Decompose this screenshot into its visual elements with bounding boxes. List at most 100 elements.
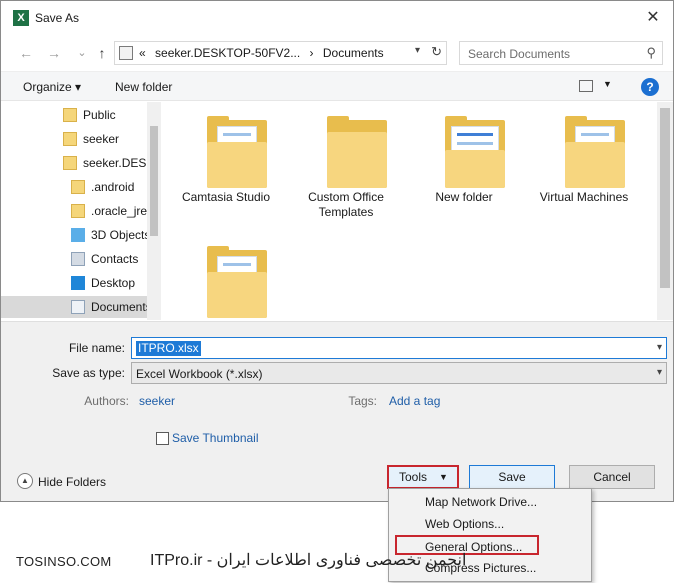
- breadcrumb-user[interactable]: seeker.DESKTOP-50FV2...: [155, 46, 300, 60]
- up-arrow-icon[interactable]: ↑: [91, 43, 113, 63]
- sidebar-item-seeker[interactable]: seeker: [1, 128, 147, 150]
- sidebar-item-label: .android: [91, 180, 135, 194]
- chevron-down-icon[interactable]: ▾: [657, 342, 662, 353]
- folder-icon: [71, 204, 85, 218]
- save-thumbnail-checkbox[interactable]: [156, 432, 169, 445]
- search-box[interactable]: Search Documents ⚲: [459, 41, 663, 65]
- search-icon[interactable]: ⚲: [646, 45, 656, 61]
- organize-button[interactable]: Organize ▾: [23, 80, 81, 94]
- folder-icon: [63, 132, 77, 146]
- save-options-panel: File name: ITPRO.xlsx ▾ Save as type: Ex…: [1, 321, 673, 501]
- watermark-left: TOSINSO.COM: [16, 554, 112, 569]
- sidebar-item-label: 3D Objects: [91, 228, 147, 242]
- file-item[interactable]: [171, 232, 281, 320]
- tools-label: Tools: [399, 470, 428, 484]
- contacts-icon: [71, 252, 85, 266]
- tags-label: Tags:: [348, 394, 377, 408]
- hide-folders-label: Hide Folders: [38, 475, 107, 489]
- recent-locations-icon[interactable]: ⌄: [71, 43, 93, 63]
- chevron-up-icon: ▲: [17, 473, 33, 489]
- command-bar: Organize ▾ New folder ▼ ?: [1, 71, 673, 101]
- folder-icon: [119, 46, 133, 60]
- cancel-button[interactable]: Cancel: [569, 465, 655, 489]
- save-as-type-value: Excel Workbook (*.xlsx): [136, 367, 263, 381]
- file-name: Custom Office Templates: [308, 190, 384, 219]
- menu-item-map-network-drive[interactable]: Map Network Drive...: [425, 495, 537, 509]
- sidebar-scrollbar[interactable]: [147, 102, 161, 320]
- help-icon[interactable]: ?: [641, 78, 659, 96]
- window-title: Save As: [35, 11, 80, 25]
- navigation-pane: Public seeker seeker.DESKTOP .android .o…: [1, 102, 161, 320]
- folder-icon: [207, 116, 267, 188]
- refresh-icon[interactable]: ↻: [431, 44, 442, 60]
- forward-arrow-icon[interactable]: →: [43, 43, 65, 63]
- breadcrumb-separator[interactable]: ›: [310, 46, 314, 60]
- save-as-type-label: Save as type:: [52, 366, 125, 380]
- file-item-camtasia-studio[interactable]: Camtasia Studio: [171, 102, 281, 212]
- sidebar-item-label: Documents: [91, 300, 147, 314]
- search-input[interactable]: Search Documents: [468, 47, 570, 61]
- documents-icon: [71, 300, 85, 314]
- file-item-custom-office-templates[interactable]: Custom Office Templates: [291, 102, 401, 219]
- file-name-field[interactable]: ITPRO.xlsx ▾: [131, 337, 667, 359]
- folder-icon: [63, 156, 77, 170]
- folder-icon: [565, 116, 625, 188]
- file-name: Virtual Machines: [539, 190, 629, 204]
- watermark-right: انجمن تخصصی فناوری اطلاعات ایران - ITPro…: [150, 552, 467, 569]
- folder-icon: [71, 180, 85, 194]
- file-name: New folder: [435, 190, 493, 204]
- back-arrow-icon[interactable]: ←: [15, 43, 37, 63]
- authors-value[interactable]: seeker: [139, 394, 175, 408]
- scrollbar-thumb[interactable]: [150, 126, 158, 236]
- chevron-down-icon[interactable]: ▾: [657, 367, 662, 378]
- sidebar-item-contacts[interactable]: Contacts: [1, 248, 147, 270]
- scrollbar-thumb[interactable]: [660, 108, 670, 288]
- breadcrumb: « seeker.DESKTOP-50FV2... › Documents: [139, 46, 390, 60]
- new-folder-button[interactable]: New folder: [115, 80, 172, 94]
- sidebar-item-desktop[interactable]: Desktop: [1, 272, 147, 294]
- file-name: Camtasia Studio: [181, 190, 271, 204]
- tags-input[interactable]: Add a tag: [389, 394, 440, 408]
- file-item-new-folder[interactable]: New folder: [409, 102, 519, 212]
- excel-icon: X: [13, 10, 29, 26]
- save-button[interactable]: Save: [469, 465, 555, 489]
- chevron-down-icon: ▼: [439, 472, 448, 482]
- title-bar: X Save As ✕: [1, 1, 673, 37]
- file-item-virtual-machines[interactable]: Virtual Machines: [529, 102, 639, 212]
- file-name-value[interactable]: ITPRO.xlsx: [136, 341, 201, 356]
- save-as-dialog: X Save As ✕ ← → ⌄ ↑ « seeker.DESKTOP-50F…: [0, 0, 674, 502]
- file-list: Camtasia Studio Custom Office Templates …: [163, 102, 657, 320]
- sidebar-item-oracle-jre[interactable]: .oracle_jre: [1, 200, 147, 222]
- breadcrumb-documents[interactable]: Documents: [323, 46, 384, 60]
- folder-icon: [207, 246, 267, 318]
- sidebar-item-label: Contacts: [91, 252, 139, 266]
- navigation-bar: ← → ⌄ ↑ « seeker.DESKTOP-50FV2... › Docu…: [1, 37, 673, 69]
- sidebar-item-label: seeker: [83, 132, 120, 146]
- tools-button[interactable]: Tools ▼: [387, 465, 459, 489]
- breadcrumb-overflow[interactable]: «: [139, 46, 146, 60]
- sidebar-item-label: .oracle_jre: [91, 204, 147, 218]
- folder-icon: [63, 108, 77, 122]
- file-list-scrollbar[interactable]: [657, 102, 673, 320]
- file-name-label: File name:: [68, 341, 125, 355]
- close-icon[interactable]: ✕: [641, 7, 665, 29]
- chevron-down-icon[interactable]: ▾: [415, 45, 420, 56]
- authors-label: Authors:: [84, 394, 129, 408]
- sidebar-item-public[interactable]: Public: [1, 104, 147, 126]
- save-thumbnail-label[interactable]: Save Thumbnail: [172, 431, 259, 445]
- sidebar-item-android[interactable]: .android: [1, 176, 147, 198]
- sidebar-item-3d-objects[interactable]: 3D Objects: [1, 224, 147, 246]
- folder-icon: [327, 116, 387, 188]
- view-options-icon[interactable]: [579, 80, 593, 92]
- menu-item-web-options[interactable]: Web Options...: [425, 517, 504, 531]
- 3d-objects-icon: [71, 228, 85, 242]
- save-as-type-select[interactable]: Excel Workbook (*.xlsx) ▾: [131, 362, 667, 384]
- sidebar-item-label: Desktop: [91, 276, 136, 290]
- sidebar-item-seeker-desktop[interactable]: seeker.DESKTOP: [1, 152, 147, 174]
- folder-icon: [445, 116, 505, 188]
- address-bar[interactable]: « seeker.DESKTOP-50FV2... › Documents ▾ …: [114, 41, 447, 65]
- sidebar-item-documents[interactable]: Documents: [1, 296, 147, 318]
- sidebar-item-label: seeker.DESKTOP: [83, 156, 147, 170]
- chevron-down-icon[interactable]: ▼: [603, 79, 612, 89]
- desktop-icon: [71, 276, 85, 290]
